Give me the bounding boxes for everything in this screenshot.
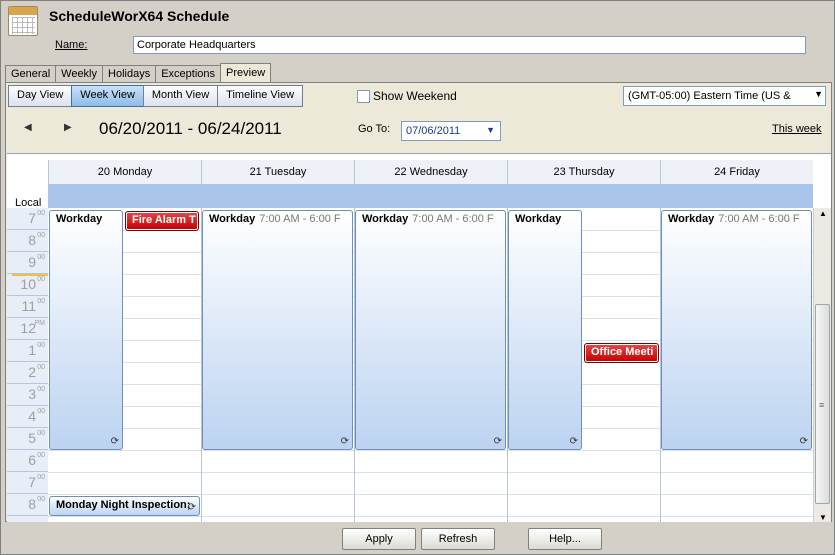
hour-label: 12 PM <box>7 318 48 340</box>
refresh-button[interactable]: Refresh <box>421 528 495 550</box>
calendar-icon <box>8 6 38 36</box>
hour-label: 2 00 <box>7 362 48 384</box>
current-time-indicator <box>12 274 48 276</box>
week-grid: 20 Monday 21 Tuesday 22 Wednesday 23 Thu… <box>7 153 831 522</box>
name-input[interactable]: Corporate Headquarters <box>133 36 806 54</box>
row-line <box>48 450 813 451</box>
scroll-up-icon[interactable]: ▲ <box>819 209 827 218</box>
window-title: ScheduleWorX64 Schedule <box>49 8 230 24</box>
previous-week-icon[interactable]: ◀ <box>24 122 32 133</box>
appointment-fire-alarm[interactable]: Fire Alarm T <box>125 211 199 231</box>
tab-weekly[interactable]: Weekly <box>55 65 104 83</box>
recurrence-icon: ⟳ <box>187 502 196 513</box>
appointment-friday-workday[interactable]: Workday 7:00 AM - 6:00 F ⟳ <box>661 210 812 450</box>
grip-icon: ≡ <box>819 400 825 410</box>
hour-label: 9 00 <box>7 252 48 274</box>
vertical-scrollbar[interactable]: ▲ ≡ ▼ <box>813 208 831 522</box>
all-day-strip[interactable] <box>48 184 813 208</box>
date-range-label: 06/20/2011 - 06/24/2011 <box>99 119 282 138</box>
recurrence-icon: ⟳ <box>340 436 349 447</box>
hour-label: 8 00 <box>7 494 48 516</box>
hour-label: 4 00 <box>7 406 48 428</box>
tab-exceptions[interactable]: Exceptions <box>155 65 222 83</box>
goto-label: Go To: <box>358 123 391 135</box>
appointment-monday-night-inspection[interactable]: Monday Night Inspection; ⟳ <box>49 496 200 516</box>
this-week-link[interactable]: This week <box>772 123 822 135</box>
time-ruler: 7 00 8 00 9 00 10 00 11 00 12 PM 1 00 2 00 3 00 4… <box>7 208 48 522</box>
help-button[interactable]: Help... <box>528 528 602 550</box>
hour-label: 3 00 <box>7 384 48 406</box>
view-switcher: Day View Week View Month View Timeline V… <box>8 85 304 107</box>
month-view-button[interactable]: Month View <box>142 85 219 107</box>
hour-label: 8 00 <box>7 230 48 252</box>
hour-label: 1 00 <box>7 340 48 362</box>
recurrence-icon: ⟳ <box>493 436 502 447</box>
preview-panel: Day View Week View Month View Timeline V… <box>5 82 832 522</box>
day-header-tuesday: 21 Tuesday <box>201 160 354 184</box>
appointment-tuesday-workday[interactable]: Workday 7:00 AM - 6:00 F ⟳ <box>202 210 353 450</box>
day-header-wednesday: 22 Wednesday <box>354 160 507 184</box>
apply-button[interactable]: Apply <box>342 528 416 550</box>
name-label: Name: <box>55 39 88 51</box>
scroll-down-icon[interactable]: ▼ <box>819 513 827 522</box>
appointment-office-meeting[interactable]: Office Meeti <box>584 343 659 363</box>
appointment-thursday-workday[interactable]: Workday ⟳ <box>508 210 582 450</box>
day-header-monday: 20 Monday <box>48 160 201 184</box>
timezone-select[interactable]: (GMT-05:00) Eastern Time (US & ▼ <box>623 86 826 106</box>
show-weekend-label: Show Weekend <box>373 89 457 103</box>
hour-label: 10 00 <box>7 274 48 296</box>
recurrence-icon: ⟳ <box>110 436 119 447</box>
timeline-view-button[interactable]: Timeline View <box>217 85 304 107</box>
appointment-wednesday-workday[interactable]: Workday 7:00 AM - 6:00 F ⟳ <box>355 210 506 450</box>
timezone-value: (GMT-05:00) Eastern Time (US & <box>628 90 791 102</box>
tab-preview[interactable]: Preview <box>220 63 272 83</box>
hour-label: 7 00 <box>7 208 48 230</box>
goto-date-value: 07/06/2011 <box>406 125 461 137</box>
appointment-monday-workday[interactable]: Workday ⟳ <box>49 210 123 450</box>
recurrence-icon: ⟳ <box>799 436 808 447</box>
day-header-thursday: 23 Thursday <box>507 160 660 184</box>
scrollbar-thumb[interactable]: ≡ <box>815 304 830 504</box>
hour-label: 11 00 <box>7 296 48 318</box>
week-view-button[interactable]: Week View <box>71 85 144 107</box>
tab-holidays[interactable]: Holidays <box>102 65 157 83</box>
hour-label: 6 00 <box>7 450 48 472</box>
hour-label: 5 00 <box>7 428 48 450</box>
row-line <box>48 494 813 495</box>
recurrence-icon: ⟳ <box>569 436 578 447</box>
day-view-button[interactable]: Day View <box>8 85 73 107</box>
day-header-friday: 24 Friday <box>660 160 813 184</box>
goto-date-picker[interactable]: 07/06/2011 ▼ <box>401 121 501 141</box>
next-week-icon[interactable]: ▶ <box>64 122 72 133</box>
schedule-window: ScheduleWorX64 Schedule Name: Corporate … <box>0 0 835 555</box>
chevron-down-icon: ▼ <box>486 125 495 135</box>
hour-label: 7 00 <box>7 472 48 494</box>
tab-bar: General Weekly Holidays Exceptions Previ… <box>5 63 272 83</box>
row-line <box>48 472 813 473</box>
show-weekend-checkbox[interactable] <box>357 90 370 103</box>
row-line <box>48 516 813 517</box>
tab-general[interactable]: General <box>5 65 57 83</box>
chevron-down-icon: ▼ <box>814 89 823 99</box>
